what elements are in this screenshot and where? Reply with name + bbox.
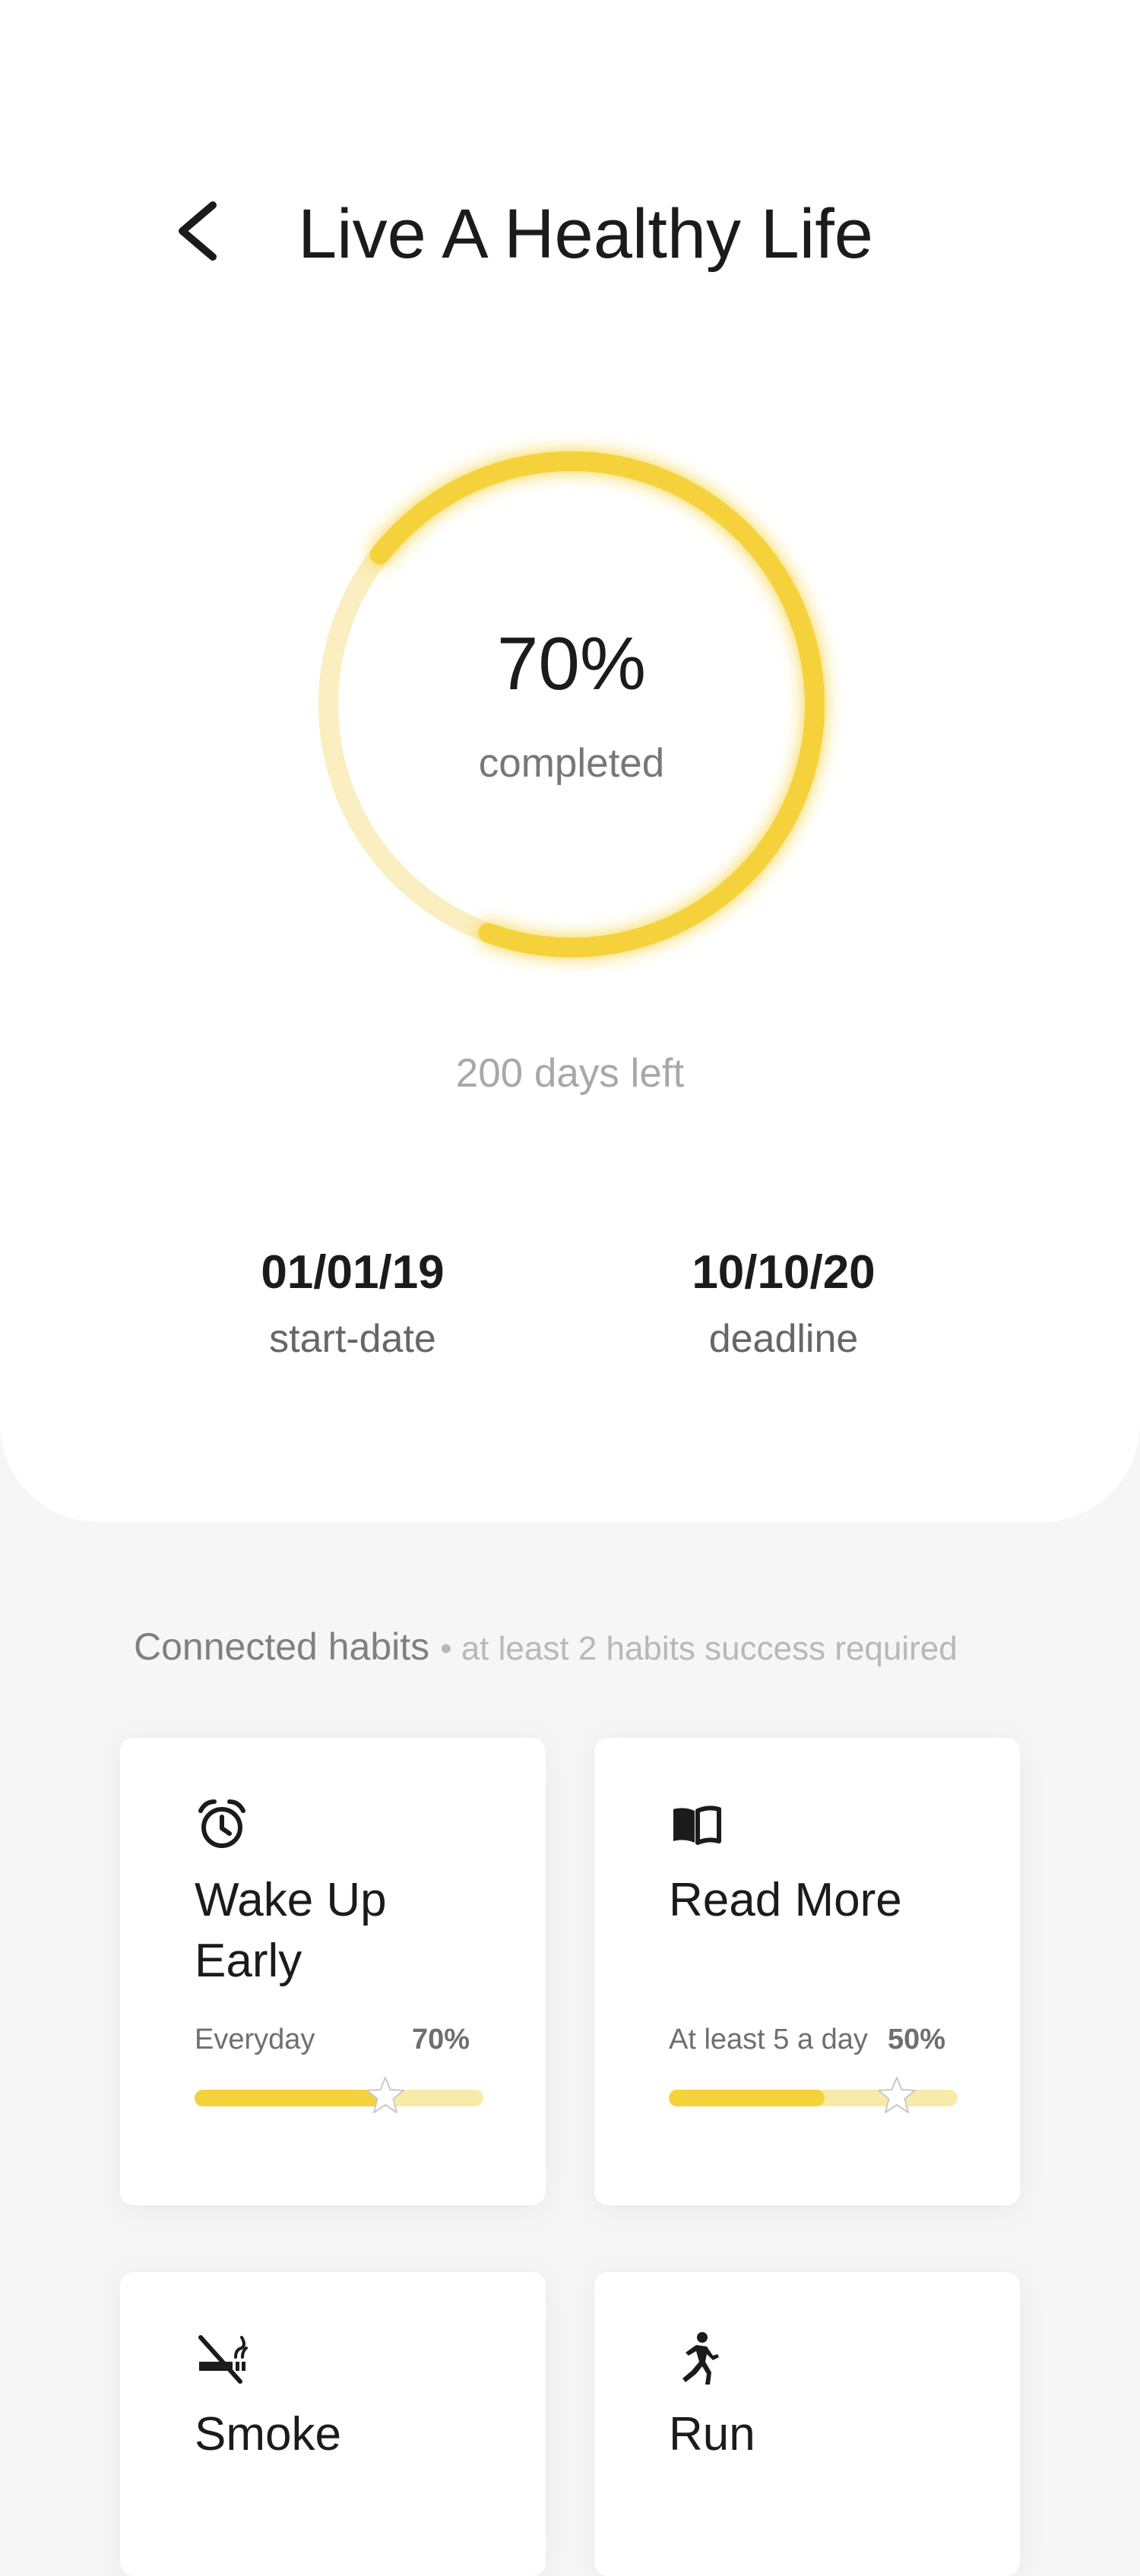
- start-date-block: 01/01/19 start-date: [193, 1242, 512, 1366]
- star-icon: [876, 2074, 918, 2117]
- habit-frequency: At least 5 a day: [669, 2024, 868, 2055]
- habit-name: Run: [669, 2408, 755, 2460]
- progress-label: completed: [478, 741, 665, 786]
- habit-card-smoke[interactable]: Smoke: [120, 2272, 546, 2576]
- connected-habits-header: Connected habits • at least 2 habits suc…: [134, 1620, 1046, 1676]
- habit-card-wake-up-early[interactable]: Wake Up Early Everyday 70%: [120, 1738, 546, 2205]
- days-left-text: 200 days left: [455, 1051, 685, 1096]
- habit-name: Read More: [669, 1874, 902, 1926]
- habit-frequency: Everyday: [195, 2024, 315, 2055]
- habit-progress-fill: [195, 2090, 385, 2106]
- start-date-value: 01/01/19: [261, 1246, 445, 1299]
- start-date-label: start-date: [269, 1317, 436, 1361]
- running-icon: [669, 2331, 724, 2386]
- habit-progress-fill: [669, 2090, 825, 2106]
- habit-card-read-more[interactable]: Read More At least 5 a day 50%: [594, 1738, 1020, 2205]
- no-smoking-icon: [195, 2331, 249, 2386]
- habit-name: Smoke: [195, 2408, 341, 2460]
- section-subtitle: • at least 2 habits success required: [440, 1630, 958, 1667]
- page-title: Live A Healthy Life: [298, 195, 873, 273]
- progress-percent: 70%: [496, 622, 647, 705]
- star-icon: [364, 2074, 407, 2117]
- alarm-clock-icon: [195, 1797, 249, 1852]
- habit-name: Wake Up Early: [195, 1874, 387, 1987]
- deadline-block: 10/10/20 deadline: [624, 1242, 943, 1366]
- book-icon: [669, 1797, 724, 1852]
- habit-card-run[interactable]: Run: [594, 2272, 1020, 2576]
- section-title: Connected habits: [134, 1625, 430, 1668]
- back-button[interactable]: [169, 193, 226, 269]
- deadline-label: deadline: [708, 1317, 859, 1361]
- habit-percent: 50%: [888, 2024, 946, 2055]
- habit-percent: 70%: [412, 2024, 470, 2055]
- chevron-left-icon: [179, 201, 217, 261]
- deadline-value: 10/10/20: [692, 1246, 876, 1299]
- habit-progress-bar: [195, 2077, 483, 2113]
- habit-progress-bar: [669, 2077, 958, 2113]
